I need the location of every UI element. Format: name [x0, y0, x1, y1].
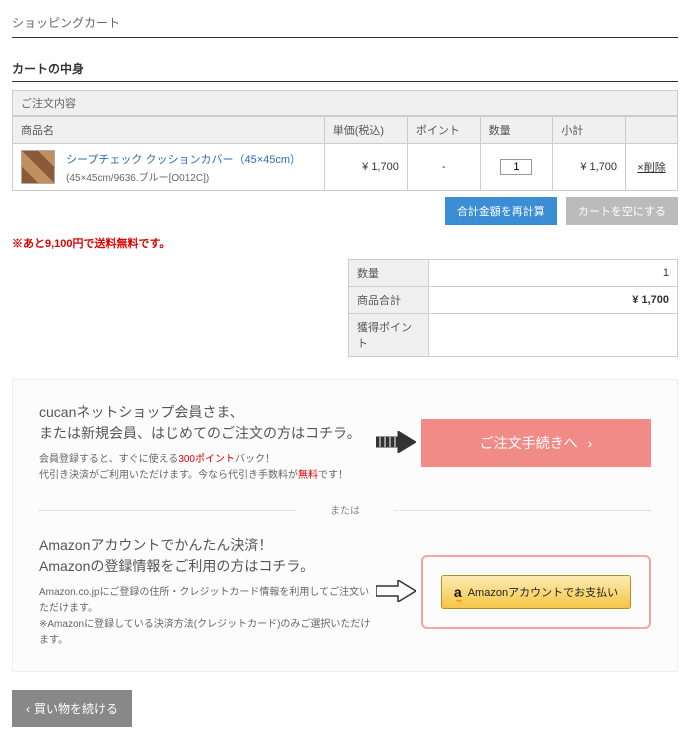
col-price: 単価(税込): [324, 117, 407, 144]
amazon-pay-button[interactable]: a Amazonアカウントでお支払い: [441, 575, 631, 609]
cell-price: ¥ 1,700: [324, 144, 407, 191]
member-heading-1: cucanネットショップ会員さま、: [39, 404, 244, 420]
col-qty: 数量: [480, 117, 553, 144]
member-sub-2a: 代引き決済がご利用いただけます。今なら代引き手数料が: [39, 470, 298, 481]
product-thumbnail[interactable]: [21, 150, 55, 184]
col-point: ポイント: [407, 117, 480, 144]
free-shipping-notice: ※あと9,100円で送料無料です。: [12, 235, 678, 251]
checkout-box: cucanネットショップ会員さま、 または新規会員、はじめてのご注文の方はコチラ…: [12, 379, 678, 672]
page-title: ショッピングカート: [12, 8, 678, 38]
order-header: ご注文内容: [12, 90, 678, 116]
summary-qty-label: 数量: [349, 260, 429, 287]
summary-table: 数量1 商品合計¥ 1,700 獲得ポイント: [348, 259, 678, 357]
summary-total-val: ¥ 1,700: [429, 287, 678, 314]
summary-total-label: 商品合計: [349, 287, 429, 314]
cell-subtotal: ¥ 1,700: [553, 144, 626, 191]
arrow-right-outline-icon: [376, 580, 416, 602]
chevron-left-icon: ‹: [26, 702, 30, 716]
section-title: カートの中身: [12, 56, 678, 82]
summary-qty-val: 1: [429, 260, 678, 287]
continue-shopping-button[interactable]: ‹ 買い物を続ける: [12, 690, 132, 727]
member-heading-2: または新規会員、はじめてのご注文の方はコチラ。: [39, 425, 361, 441]
amazon-sub-2: ※Amazonに登録している決済方法(クレジットカード)のみご選択いただけます。: [39, 619, 370, 646]
col-subtotal: 小計: [553, 117, 626, 144]
amazon-sub-1: Amazon.co.jpにご登録の住所・クレジットカード情報を利用してご注文いた…: [39, 587, 369, 614]
amazon-heading-2: Amazonの登録情報をご利用の方はコチラ。: [39, 558, 314, 574]
table-row: シープチェック クッションカバー（45×45cm） (45×45cm/9636.…: [13, 144, 678, 191]
product-variant: (45×45cm/9636.ブルー[O012C]): [66, 169, 301, 184]
divider-or: または: [39, 502, 651, 517]
summary-point-label: 獲得ポイント: [349, 314, 429, 357]
member-sub-1a: 会員登録すると、すぐに使える: [39, 454, 178, 465]
col-name: 商品名: [13, 117, 325, 144]
summary-point-val: [429, 314, 678, 357]
arrow-right-striped-icon: [376, 431, 416, 453]
chevron-right-icon: ›: [588, 435, 593, 451]
amazon-heading-1: Amazonアカウントでかんたん決済！: [39, 537, 272, 553]
member-sub-2c: です！: [318, 470, 348, 481]
member-sub-2b: 無料: [298, 470, 318, 481]
member-sub-1b: 300ポイント: [178, 454, 235, 465]
quantity-input[interactable]: [500, 159, 532, 175]
member-sub-1c: バック！: [235, 454, 275, 465]
recalc-button[interactable]: 合計金額を再計算: [445, 197, 557, 225]
amazon-logo-icon: a: [454, 584, 462, 600]
cell-point: -: [407, 144, 480, 191]
proceed-checkout-button[interactable]: ご注文手続きへ ›: [421, 419, 651, 467]
delete-link[interactable]: ×削除: [637, 162, 665, 174]
amazon-frame: a Amazonアカウントでお支払い: [421, 555, 651, 629]
col-action: [626, 117, 678, 144]
amazon-btn-label: Amazonアカウントでお支払い: [468, 584, 618, 600]
continue-label: 買い物を続ける: [34, 700, 118, 717]
empty-cart-button[interactable]: カートを空にする: [566, 197, 678, 225]
proceed-label: ご注文手続きへ: [480, 433, 578, 453]
cart-table: 商品名 単価(税込) ポイント 数量 小計 シープチェック クッションカバー（4…: [12, 116, 678, 191]
product-link[interactable]: シープチェック クッションカバー（45×45cm）: [66, 154, 301, 166]
